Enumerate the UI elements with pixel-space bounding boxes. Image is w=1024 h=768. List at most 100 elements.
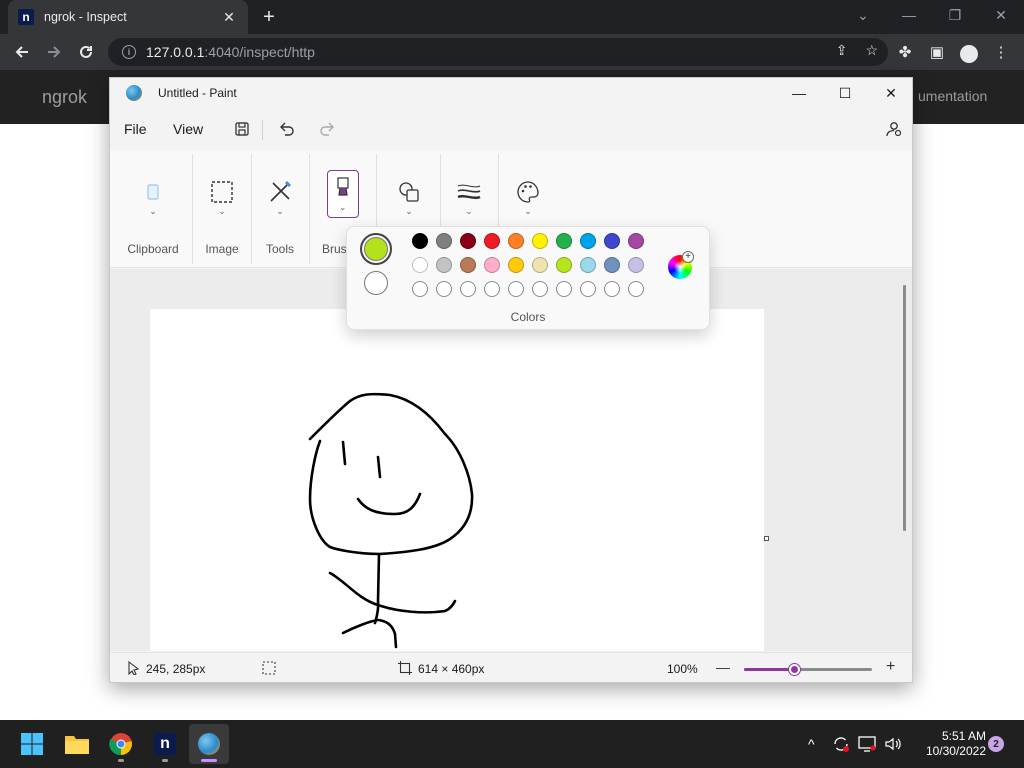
- palette-swatch[interactable]: [532, 233, 548, 249]
- selection-icon[interactable]: [208, 178, 236, 206]
- zoom-slider-thumb[interactable]: [788, 664, 800, 675]
- show-hidden-icons-chevron-icon[interactable]: ^: [808, 720, 815, 768]
- line-size-icon[interactable]: [455, 178, 483, 206]
- custom-color-slot[interactable]: [604, 281, 620, 297]
- paint-window: Untitled - Paint — ☐ ✕ File View ⌄ Clipb…: [109, 77, 913, 683]
- menu-view[interactable]: View: [173, 121, 203, 137]
- palette-swatch[interactable]: [556, 257, 572, 273]
- ngrok-documentation-link[interactable]: umentation: [918, 88, 987, 104]
- share-icon[interactable]: ⇪: [836, 42, 848, 59]
- start-windows-icon[interactable]: [12, 724, 52, 764]
- custom-color-slot[interactable]: [628, 281, 644, 297]
- bookmark-star-icon[interactable]: ☆: [865, 42, 878, 59]
- vertical-scrollbar[interactable]: [903, 285, 906, 531]
- ngrok-icon[interactable]: n: [145, 724, 185, 764]
- custom-color-slot[interactable]: [460, 281, 476, 297]
- palette-swatch[interactable]: [580, 257, 596, 273]
- paint-menubar: File View: [110, 110, 912, 148]
- profile-icon[interactable]: [960, 40, 978, 64]
- chrome-icon[interactable]: [101, 724, 141, 764]
- palette-swatch[interactable]: [484, 233, 500, 249]
- palette-swatch[interactable]: [580, 233, 596, 249]
- palette-swatch[interactable]: [628, 257, 644, 273]
- menu-file[interactable]: File: [124, 121, 147, 137]
- custom-color-slot[interactable]: [484, 281, 500, 297]
- browser-menu-icon[interactable]: ⋮: [992, 40, 1010, 64]
- clock-time: 5:51 AM: [941, 729, 986, 743]
- custom-color-slot[interactable]: [556, 281, 572, 297]
- shapes-icon[interactable]: [395, 178, 423, 206]
- zoom-slider[interactable]: [744, 664, 872, 675]
- palette-swatch[interactable]: [436, 257, 452, 273]
- network-icon[interactable]: [858, 720, 876, 768]
- paint-titlebar: Untitled - Paint — ☐ ✕: [110, 78, 912, 108]
- new-tab-button[interactable]: +: [258, 6, 280, 28]
- notification-badge[interactable]: 2: [988, 736, 1004, 752]
- palette-swatch[interactable]: [460, 233, 476, 249]
- tab-close-icon[interactable]: ✕: [220, 9, 238, 26]
- palette-swatch[interactable]: [508, 233, 524, 249]
- tools-pencil-icon[interactable]: [266, 178, 294, 206]
- volume-icon[interactable]: [884, 720, 902, 768]
- palette-swatch[interactable]: [556, 233, 572, 249]
- primary-color-swatch[interactable]: [364, 237, 388, 261]
- canvas-size-icon: [398, 661, 412, 678]
- custom-color-slot[interactable]: [580, 281, 596, 297]
- back-arrow-icon[interactable]: [10, 40, 34, 64]
- palette-swatch[interactable]: [412, 233, 428, 249]
- palette-swatch[interactable]: [460, 257, 476, 273]
- palette-swatch[interactable]: [532, 257, 548, 273]
- custom-color-slot[interactable]: [436, 281, 452, 297]
- forward-arrow-icon[interactable]: [42, 40, 66, 64]
- browser-close-button[interactable]: ✕: [978, 0, 1024, 30]
- size-chevron-down-icon[interactable]: ⌄: [465, 206, 473, 217]
- browser-tab[interactable]: n ngrok - Inspect ✕: [8, 0, 248, 34]
- custom-color-slot[interactable]: [532, 281, 548, 297]
- image-chevron-down-icon[interactable]: ⌄: [218, 206, 226, 217]
- paint-active-indicator: [201, 759, 217, 762]
- secondary-color-swatch[interactable]: [364, 271, 388, 295]
- palette-swatch[interactable]: [604, 233, 620, 249]
- palette-swatch[interactable]: [508, 257, 524, 273]
- redo-icon[interactable]: [314, 117, 340, 141]
- sync-status-icon[interactable]: [832, 720, 850, 768]
- account-settings-icon[interactable]: [880, 117, 906, 141]
- paint-taskbar-icon[interactable]: [189, 724, 229, 764]
- reload-icon[interactable]: [74, 40, 98, 64]
- site-info-icon[interactable]: i: [122, 45, 136, 59]
- palette-swatch[interactable]: [604, 257, 620, 273]
- canvas-resize-handle[interactable]: [764, 536, 769, 541]
- shapes-chevron-down-icon[interactable]: ⌄: [405, 206, 413, 217]
- ngrok-brand[interactable]: ngrok: [42, 87, 87, 108]
- add-color-plus-icon[interactable]: +: [682, 251, 694, 263]
- custom-color-slot[interactable]: [508, 281, 524, 297]
- file-explorer-icon[interactable]: [57, 724, 97, 764]
- paint-minimize-button[interactable]: —: [776, 78, 822, 108]
- colors-chevron-down-icon[interactable]: ⌄: [524, 206, 532, 217]
- taskbar-clock[interactable]: 5:51 AM 10/30/2022: [906, 729, 986, 759]
- custom-color-slot[interactable]: [412, 281, 428, 297]
- browser-minimize-button[interactable]: —: [886, 0, 932, 30]
- zoom-in-icon[interactable]: +: [886, 658, 895, 676]
- palette-swatch[interactable]: [628, 233, 644, 249]
- save-icon[interactable]: [229, 117, 255, 141]
- clipboard-icon[interactable]: [139, 178, 167, 206]
- zoom-level-text: 100%: [667, 662, 698, 676]
- address-bar[interactable]: i 127.0.0.1:4040/inspect/http ⇪ ☆: [108, 38, 888, 66]
- palette-swatch[interactable]: [412, 257, 428, 273]
- extensions-puzzle-icon[interactable]: ✤: [896, 40, 914, 64]
- brushes-button[interactable]: ⌄: [327, 170, 359, 218]
- drawing-canvas[interactable]: [150, 309, 764, 651]
- clipboard-chevron-down-icon[interactable]: ⌄: [149, 206, 157, 217]
- palette-icon[interactable]: [514, 178, 542, 206]
- paint-maximize-button[interactable]: ☐: [822, 78, 868, 108]
- zoom-out-icon[interactable]: —: [716, 659, 730, 675]
- tab-search-chevron-icon[interactable]: ⌄: [840, 0, 886, 30]
- browser-restore-button[interactable]: ❐: [932, 0, 978, 30]
- palette-swatch[interactable]: [436, 233, 452, 249]
- undo-icon[interactable]: [274, 117, 300, 141]
- palette-swatch[interactable]: [484, 257, 500, 273]
- tools-chevron-down-icon[interactable]: ⌄: [276, 206, 284, 217]
- side-panel-icon[interactable]: ▣: [928, 40, 946, 64]
- paint-close-button[interactable]: ✕: [868, 78, 912, 108]
